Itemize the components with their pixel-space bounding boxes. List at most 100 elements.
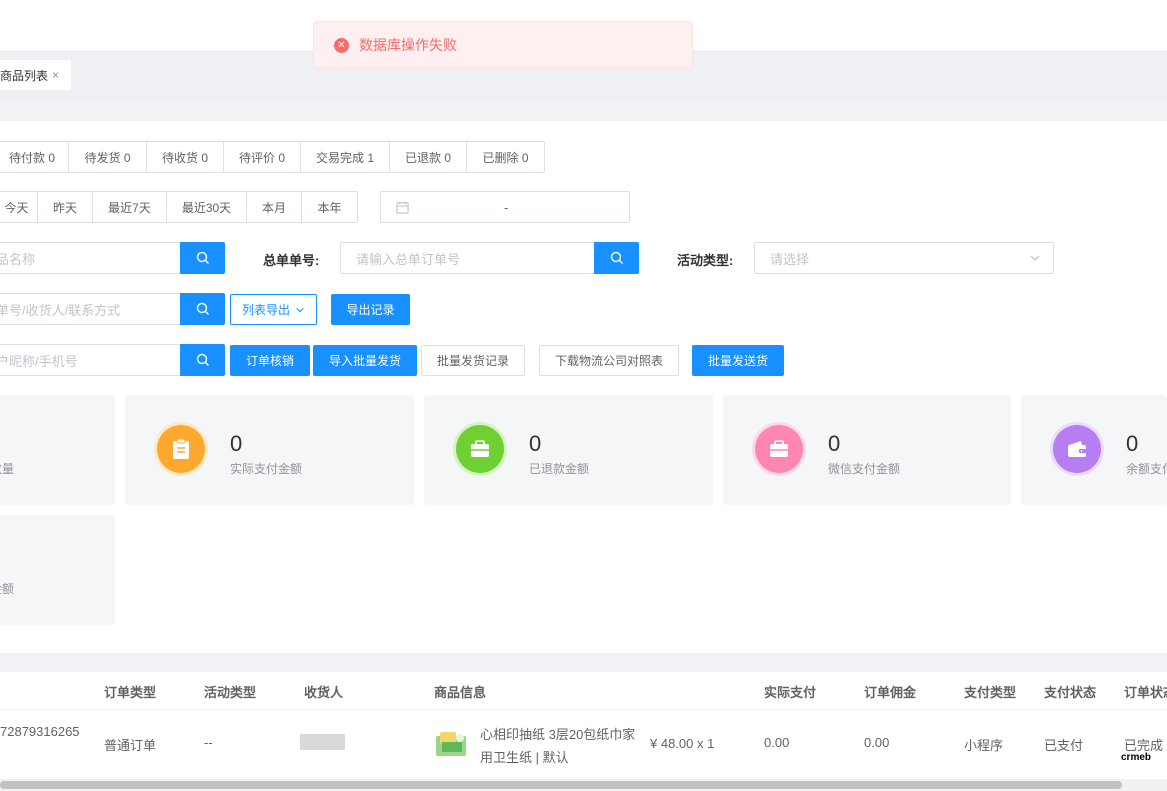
date-tab[interactable]: 最近7天 (93, 192, 167, 222)
total-order-input[interactable]: 请输入总单订单号 (340, 242, 596, 274)
search-icon (610, 251, 623, 264)
chevron-down-icon (296, 307, 304, 312)
placeholder-text: 户昵称/手机号 (0, 353, 78, 369)
stat-value: 0 (230, 431, 243, 456)
briefcase-icon (456, 425, 504, 473)
stat-card-wechat-pay: 0 微信支付金额 (723, 395, 1011, 505)
stat-card-actual-pay: 0 实际支付金额 (125, 395, 414, 505)
export-list-dropdown[interactable]: 列表导出 (230, 294, 317, 325)
chevron-down-icon (1030, 255, 1040, 261)
column-header: 订单状态 (1124, 685, 1167, 700)
stat-card-refund: 0 已退款金额 (424, 395, 713, 505)
briefcase-icon (755, 425, 803, 473)
placeholder-text: 请输入总单订单号 (356, 251, 461, 267)
activity-type-select[interactable]: 请选择 (754, 242, 1054, 274)
import-batch-ship-button[interactable]: 导入批量发货 (313, 345, 417, 376)
date-tab[interactable]: 今天 (0, 192, 38, 222)
tab-label: 商品列表 (0, 68, 49, 83)
product-search-button[interactable] (180, 242, 225, 274)
error-toast: ✕ 数据库操作失败 (313, 21, 693, 69)
stat-icon-ring (1050, 422, 1104, 476)
stat-card-count: 数量 (0, 395, 115, 505)
date-tab[interactable]: 最近30天 (167, 192, 247, 222)
batch-ship-button[interactable]: 批量发送货 (692, 345, 784, 376)
export-records-button[interactable]: 导出记录 (331, 294, 410, 325)
actual-pay: 0.00 (764, 735, 790, 750)
status-tab[interactable]: 已退款 0 (390, 142, 467, 172)
activity-type: -- (204, 735, 213, 750)
orders-table: 订单类型 活动类型 收货人 商品信息 实际支付 订单佣金 支付类型 支付状态 订… (0, 672, 1167, 779)
order-search-button[interactable] (180, 293, 225, 325)
column-header: 订单佣金 (864, 685, 917, 700)
order-number: 72879316265 (0, 724, 80, 739)
tab-product-list[interactable]: 商品列表 × (0, 60, 71, 90)
pay-type: 小程序 (964, 738, 1004, 753)
user-search-input[interactable]: 户昵称/手机号 (0, 344, 181, 376)
order-verify-button[interactable]: 订单核销 (230, 345, 310, 376)
product-title-line2: 用卫生纸 | 默认 (480, 750, 569, 765)
status-tab[interactable]: 待收货 0 (147, 142, 224, 172)
button-label: 列表导出 (241, 303, 290, 317)
stat-icon-ring (453, 422, 507, 476)
date-range-separator: - (504, 199, 509, 215)
column-header: 商品信息 (434, 685, 487, 700)
clipboard-icon (157, 425, 205, 473)
order-status-tabs: 待付款 0 待发货 0 待收货 0 待评价 0 交易完成 1 已退款 0 已删除… (0, 141, 545, 173)
pay-status: 已支付 (1044, 738, 1084, 753)
status-tab[interactable]: 交易完成 1 (301, 142, 390, 172)
stat-value: 0 (1126, 431, 1139, 456)
stat-card-balance-pay: 0 余额支付 (1021, 395, 1167, 505)
column-header: 收货人 (304, 685, 344, 700)
date-tab[interactable]: 本年 (302, 192, 357, 222)
status-tab[interactable]: 待发货 0 (69, 142, 147, 172)
stat-label: 数量 (0, 462, 15, 476)
column-header: 订单类型 (104, 685, 157, 700)
calendar-icon (396, 201, 409, 214)
total-order-label: 总单单号: (263, 253, 320, 268)
status-tab[interactable]: 待付款 0 (0, 142, 69, 172)
user-search-button[interactable] (180, 344, 225, 376)
date-tabs: 今天 昨天 最近7天 最近30天 本月 本年 (0, 191, 358, 223)
placeholder-text: 单号/收货人/联系方式 (0, 302, 121, 318)
date-range-picker[interactable]: - (380, 191, 630, 223)
horizontal-scrollbar[interactable] (0, 779, 1167, 791)
commission: 0.00 (864, 735, 890, 750)
stat-label: 余额支付 (1126, 462, 1167, 476)
stat-value: 0 (828, 431, 841, 456)
order-type: 普通订单 (104, 738, 157, 753)
toast-message: 数据库操作失败 (359, 37, 457, 53)
placeholder-text: 品名称 (0, 251, 36, 267)
date-tab[interactable]: 本月 (247, 192, 302, 222)
stat-label: 微信支付金额 (828, 462, 901, 476)
total-order-search-button[interactable] (594, 242, 639, 274)
stat-label: 已退款金额 (529, 462, 590, 476)
date-tab[interactable]: 昨天 (38, 192, 93, 222)
price-quantity: ¥ 48.00 x 1 (650, 736, 715, 751)
product-thumbnail (434, 728, 468, 760)
watermark-logo: crmeb (1121, 752, 1152, 763)
stat-value: 0 (529, 431, 542, 456)
stat-icon-ring (154, 422, 208, 476)
status-tab[interactable]: 待评价 0 (224, 142, 301, 172)
stat-label: 金额 (0, 582, 15, 596)
close-icon[interactable]: × (52, 68, 59, 82)
wallet-icon (1053, 425, 1101, 473)
scrollbar-thumb[interactable] (0, 781, 1122, 789)
stat-label: 实际支付金额 (230, 462, 303, 476)
download-logistics-button[interactable]: 下载物流公司对照表 (539, 345, 679, 376)
search-icon (196, 251, 209, 264)
search-icon (196, 302, 209, 315)
order-search-input[interactable]: 单号/收货人/联系方式 (0, 293, 181, 325)
product-title-line1: 心相印抽纸 3层20包纸巾家 (480, 727, 636, 742)
batch-ship-records-button[interactable]: 批量发货记录 (421, 345, 525, 376)
stat-card-amount: 金额 (0, 515, 115, 625)
status-tab[interactable]: 已删除 0 (467, 142, 544, 172)
error-circle-icon: ✕ (334, 37, 349, 53)
column-header: 支付类型 (964, 685, 1017, 700)
receiver-blurred (300, 734, 345, 750)
column-header: 实际支付 (764, 685, 817, 700)
column-header: 活动类型 (204, 685, 257, 700)
column-header: 支付状态 (1044, 685, 1097, 700)
search-icon (196, 353, 209, 366)
product-name-input[interactable]: 品名称 (0, 242, 181, 274)
